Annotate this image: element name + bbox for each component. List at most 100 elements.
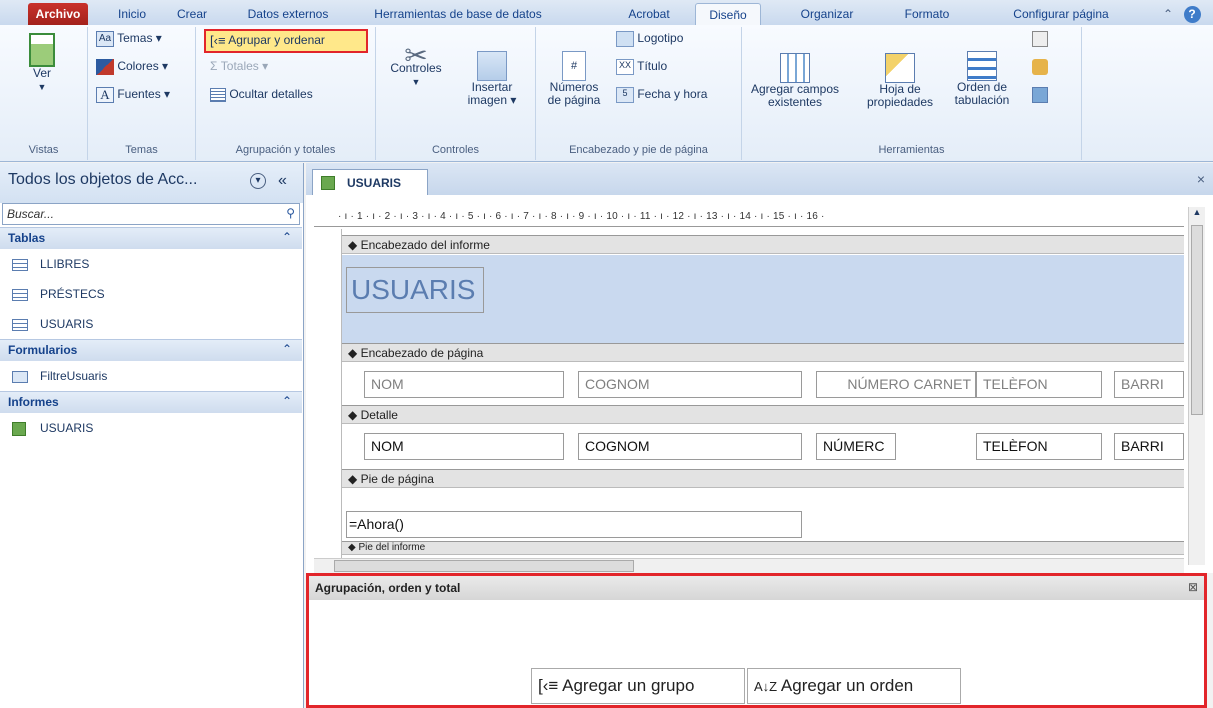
header-field-barri[interactable]: BARRI (1114, 371, 1184, 398)
add-sort-button[interactable]: A↓Z Agregar un orden (747, 668, 961, 704)
nav-item-llibres[interactable]: LLIBRES (0, 249, 302, 279)
ocultar-detalles-button[interactable]: Ocultar detalles (210, 87, 313, 102)
insertar-imagen-button[interactable]: Insertar imagen ▾ (460, 51, 524, 107)
band-pie-pagina[interactable]: ◆ Pie de página (342, 469, 1184, 488)
tab-formato[interactable]: Formato (886, 3, 968, 25)
header-field-numero-carnet[interactable]: NÚMERO CARNET (816, 371, 976, 398)
section-informes[interactable]: Informes ⌃ (0, 391, 302, 413)
convert-macros-icon[interactable] (1032, 59, 1048, 75)
fuentes-button[interactable]: A Fuentes ▾ (96, 87, 170, 103)
tab-inicio[interactable]: Inicio (108, 3, 156, 25)
search-input[interactable]: Buscar... ⚲ (2, 203, 300, 225)
agregar-campos-button[interactable]: Agregar campos existentes (750, 53, 840, 109)
detail-field-telefon[interactable]: TELÈFON (976, 433, 1102, 460)
tab-usuaris-report[interactable]: USUARIS (312, 169, 428, 195)
numeros-pagina-button[interactable]: # Números de página (542, 51, 606, 107)
report-title-label[interactable]: USUARIS (346, 267, 484, 313)
tab-datos-externos[interactable]: Datos externos (228, 3, 348, 25)
image-icon (477, 51, 507, 81)
tab-archivo[interactable]: Archivo (28, 3, 88, 25)
orden-tabulacion-button[interactable]: Orden de tabulación (946, 51, 1018, 107)
vertical-scrollbar[interactable]: ▲ (1188, 207, 1205, 565)
nav-item-usuaris[interactable]: USUARIS (0, 309, 302, 339)
encabezado-group-label: Encabezado y pie de página (569, 144, 708, 156)
collapse-icon[interactable]: ⌃ (282, 394, 292, 408)
collapse-nav-icon[interactable]: « (278, 172, 287, 190)
footer-expression-field[interactable]: =Ahora() (346, 511, 802, 538)
group-pane-title: Agrupación, orden y total (315, 581, 461, 595)
colores-button[interactable]: Colores ▾ (96, 59, 168, 75)
tab-acrobat[interactable]: Acrobat (612, 3, 686, 25)
logo-icon (616, 31, 634, 47)
tab-diseno[interactable]: Diseño (695, 3, 761, 25)
horizontal-ruler: · ı · 1 · ı · 2 · ı · 3 · ı · 4 · ı · 5 … (314, 207, 1184, 227)
collapse-icon[interactable]: ⌃ (282, 230, 292, 244)
group-icon: [‹≡ (538, 676, 559, 695)
temas-button[interactable]: Aa Temas ▾ (96, 31, 162, 47)
titulo-button[interactable]: XX Título (616, 59, 667, 75)
detail-field-numero[interactable]: NÚMERC (816, 433, 896, 460)
agrupar-ordenar-button[interactable]: [‹≡ Agrupar y ordenar (204, 29, 368, 53)
vertical-ruler (316, 229, 342, 565)
nav-dropdown-icon[interactable]: ▾ (250, 173, 266, 189)
ribbon-tab-bar: Archivo Inicio Crear Datos externos Herr… (0, 0, 1213, 25)
totales-button[interactable]: Σ Totales ▾ (210, 59, 268, 73)
group-agrupacion: [‹≡ Agrupar y ordenar Σ Totales ▾ Oculta… (196, 27, 376, 160)
view-icon (29, 33, 55, 67)
help-icon[interactable]: ? (1182, 3, 1202, 25)
add-group-button[interactable]: [‹≡ Agregar un grupo (531, 668, 745, 704)
band-encabezado-informe[interactable]: ◆ Encabezado del informe (342, 235, 1184, 254)
controles-button[interactable]: ✂ Controles ▼ (384, 42, 448, 89)
ver-button[interactable]: Ver ▼ (22, 33, 62, 94)
group-vistas: Ver ▼ Vistas (0, 27, 88, 160)
nav-item-prestecs[interactable]: PRÉSTECS (0, 279, 302, 309)
scroll-thumb[interactable] (334, 560, 634, 572)
property-sheet-icon (885, 53, 915, 83)
header-field-nom[interactable]: NOM (364, 371, 564, 398)
detail-field-nom[interactable]: NOM (364, 433, 564, 460)
header-field-cognom[interactable]: COGNOM (578, 371, 802, 398)
group-temas: Aa Temas ▾ Colores ▾ A Fuentes ▾ Temas (88, 27, 196, 160)
section-formularios[interactable]: Formularios ⌃ (0, 339, 302, 361)
scroll-thumb[interactable] (1191, 225, 1203, 415)
hoja-propiedades-button[interactable]: Hoja de propiedades (860, 53, 940, 109)
search-icon[interactable]: ⚲ (286, 206, 295, 220)
horizontal-scrollbar[interactable] (314, 558, 1184, 573)
tab-crear[interactable]: Crear (170, 3, 214, 25)
close-pane-icon[interactable]: ⊠ (1188, 580, 1198, 594)
ribbon: Ver ▼ Vistas Aa Temas ▾ Colores ▾ A Fuent… (0, 25, 1213, 162)
nav-header[interactable]: Todos los objetos de Acc... ▾ « (0, 163, 303, 203)
controles-group-label: Controles (431, 144, 480, 156)
nav-item-filtreusuaris[interactable]: FiltreUsuaris (0, 361, 302, 391)
tab-configurar-pagina[interactable]: Configurar página (996, 3, 1126, 25)
view-code-icon[interactable] (1032, 31, 1048, 47)
report-icon (321, 176, 335, 190)
group-encabezado: # Números de página Logotipo XX Título 5 F… (536, 27, 742, 160)
ver-label: Ver (32, 66, 51, 80)
close-document-icon[interactable]: × (1197, 171, 1205, 187)
band-detalle[interactable]: ◆ Detalle (342, 405, 1184, 424)
subform-icon[interactable] (1032, 87, 1048, 103)
header-field-telefon[interactable]: TELÈFON (976, 371, 1102, 398)
area-pie-pagina: =Ahora() (342, 489, 1184, 541)
form-icon (12, 370, 28, 383)
sort-az-icon: A↓Z (754, 679, 778, 694)
band-pie-informe[interactable]: ◆ Pie del informe (342, 541, 1184, 555)
herramientas-group-label: Herramientas (878, 144, 945, 156)
detail-field-cognom[interactable]: COGNOM (578, 433, 802, 460)
area-encabezado-informe: USUARIS (342, 255, 1184, 343)
minimize-ribbon-icon[interactable]: ⌃ (1158, 3, 1178, 25)
detail-field-barri[interactable]: BARRI (1114, 433, 1184, 460)
nav-item-report-usuaris[interactable]: USUARIS (0, 413, 302, 443)
band-encabezado-pagina[interactable]: ◆ Encabezado de página (342, 343, 1184, 362)
tab-order-icon (967, 51, 997, 81)
table-icon (12, 288, 28, 301)
document-tab-bar: USUARIS × (306, 163, 1213, 195)
themes-icon: Aa (96, 31, 114, 47)
logotipo-button[interactable]: Logotipo (616, 31, 683, 47)
collapse-icon[interactable]: ⌃ (282, 342, 292, 356)
tab-herramientas-bd[interactable]: Herramientas de base de datos (358, 3, 558, 25)
section-tablas[interactable]: Tablas ⌃ (0, 227, 302, 249)
tab-organizar[interactable]: Organizar (782, 3, 872, 25)
fecha-hora-button[interactable]: 5 Fecha y hora (616, 87, 707, 103)
